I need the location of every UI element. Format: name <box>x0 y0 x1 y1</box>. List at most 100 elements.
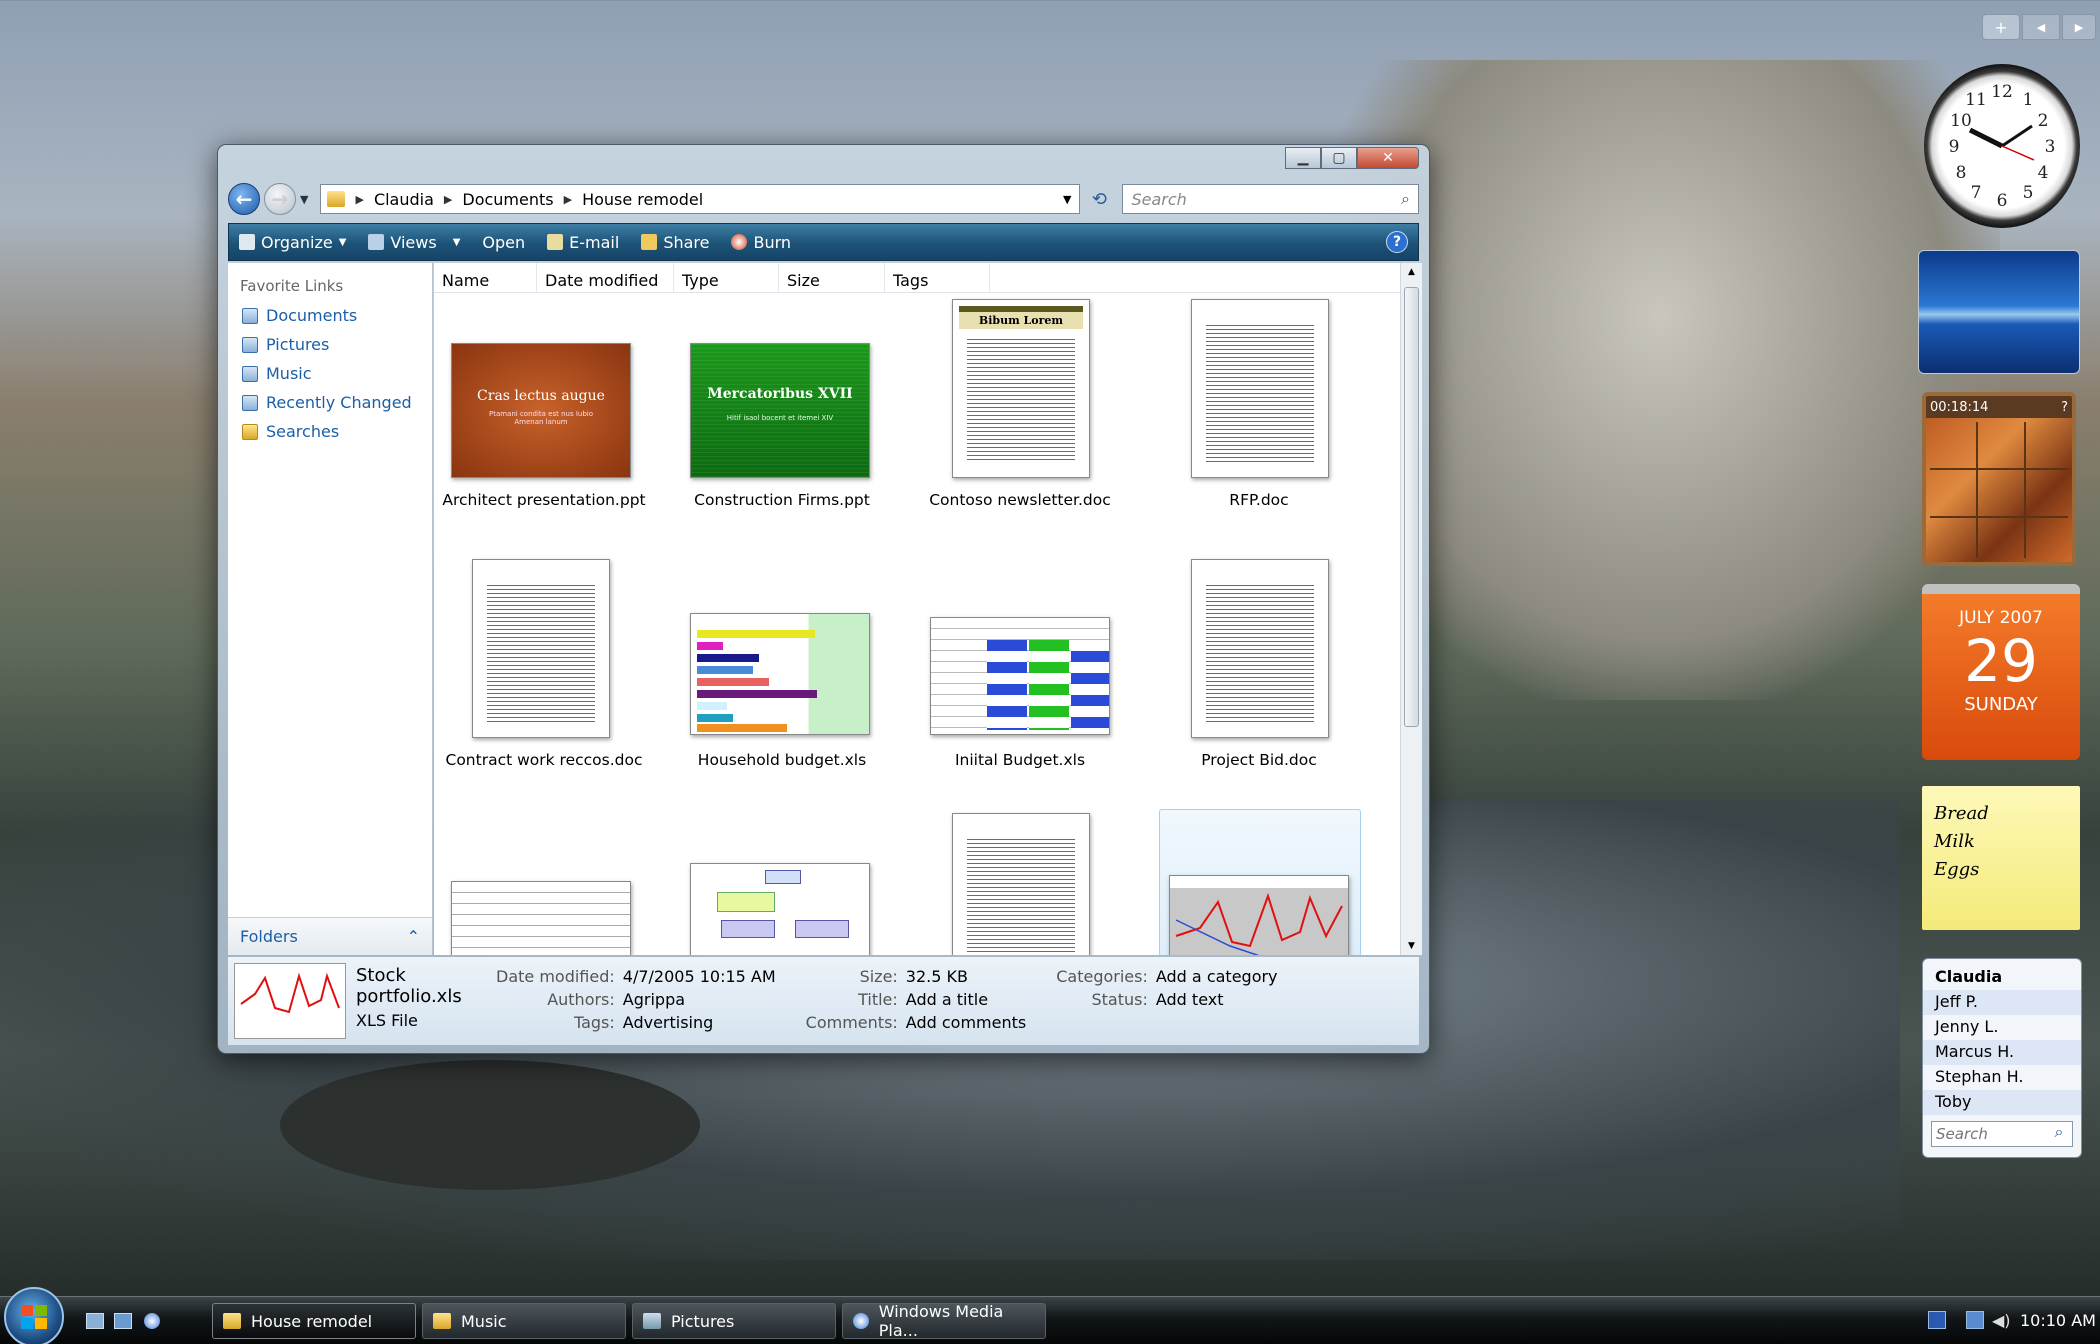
favorite-link-pictures[interactable]: Pictures <box>242 330 432 359</box>
ppt-thumbnail: Cras lectus augue Ptamani condita est nu… <box>451 343 631 478</box>
help-icon[interactable]: ? <box>2061 400 2068 415</box>
recent-pages-dropdown[interactable]: ▼ <box>300 193 308 206</box>
svg-text:10: 10 <box>1950 111 1972 131</box>
file-grid: Cras lectus augue Ptamani condita est nu… <box>434 293 1398 955</box>
title-label: Title: <box>858 990 898 1009</box>
taskbar-item-house-remodel[interactable]: House remodel <box>212 1303 416 1339</box>
file-item[interactable]: Mercatoribus XVII Hitif isaol bocent et … <box>672 293 892 533</box>
contacts-search-input[interactable] <box>1932 1122 2046 1146</box>
help-button[interactable]: ? <box>1386 231 1408 253</box>
folders-toggle[interactable]: Folders ⌃ <box>228 917 432 955</box>
comments-value[interactable]: Add comments <box>906 1013 1026 1032</box>
file-item[interactable]: Bibum Lorem Contoso newsletter.doc <box>910 293 1130 533</box>
file-item[interactable] <box>672 809 892 955</box>
favorite-link-recently-changed[interactable]: Recently Changed <box>242 388 432 417</box>
taskbar-item-music[interactable]: Music <box>422 1303 626 1339</box>
org-chart-thumbnail <box>690 863 870 955</box>
address-dropdown-icon[interactable]: ▼ <box>1063 193 1071 206</box>
status-value[interactable]: Add text <box>1156 990 1278 1009</box>
system-clock[interactable]: 10:10 AM <box>2020 1311 2096 1330</box>
contact-item[interactable]: Marcus H. <box>1923 1040 2081 1065</box>
column-header-tags[interactable]: Tags <box>885 263 990 292</box>
taskbar-item-pictures[interactable]: Pictures <box>632 1303 836 1339</box>
column-header-type[interactable]: Type <box>674 263 779 292</box>
maximize-button[interactable]: ▢ <box>1321 147 1357 169</box>
language-icon[interactable] <box>1928 1311 1946 1329</box>
back-button[interactable]: ← <box>228 183 260 215</box>
email-button[interactable]: E-mail <box>547 233 619 252</box>
file-item[interactable]: Cras lectus augue Ptamani condita est nu… <box>434 293 654 533</box>
favorite-link-documents[interactable]: Documents <box>242 301 432 330</box>
breadcrumb-item[interactable]: Claudia <box>374 190 434 209</box>
contact-item[interactable]: Toby <box>1923 1090 2081 1115</box>
authors-value[interactable]: Agrippa <box>623 990 776 1009</box>
column-header-name[interactable]: Name <box>434 263 537 292</box>
clock-gadget[interactable]: 12 3 6 9 12 45 7 8 10 11 <box>1924 64 2080 228</box>
media-player-quicklaunch-icon[interactable] <box>144 1313 160 1329</box>
address-bar[interactable]: ▶ Claudia ▶ Documents ▶ House remodel ▼ <box>320 184 1081 214</box>
notes-gadget[interactable]: Bread Milk Eggs <box>1922 786 2080 930</box>
close-button[interactable]: ✕ <box>1357 147 1419 169</box>
navigation-pane: Favorite Links Documents Pictures Music … <box>228 263 433 955</box>
categories-value[interactable]: Add a category <box>1156 967 1278 986</box>
search-box[interactable]: Search ⌕ <box>1122 184 1419 214</box>
file-item[interactable]: Household budget.xls <box>672 551 892 791</box>
title-value[interactable]: Add a title <box>906 990 1026 1009</box>
file-item[interactable]: RFP.doc <box>1149 293 1369 533</box>
favorite-link-searches[interactable]: Searches <box>242 417 432 446</box>
column-header-date[interactable]: Date modified <box>537 263 674 292</box>
open-button[interactable]: Open <box>482 233 525 252</box>
contacts-gadget[interactable]: Claudia Jeff P. Jenny L. Marcus H. Steph… <box>1922 958 2082 1158</box>
chevron-up-icon: ⌃ <box>406 927 420 946</box>
sidebar-add-gadget-button[interactable]: + <box>1982 14 2020 40</box>
scroll-up-icon[interactable]: ▲ <box>1401 263 1422 277</box>
pictures-icon <box>242 336 258 353</box>
file-item[interactable] <box>910 809 1130 955</box>
favorite-link-music[interactable]: Music <box>242 359 432 388</box>
note-line: Milk <box>1934 831 1975 852</box>
switch-windows-icon[interactable] <box>114 1313 132 1329</box>
taskbar-item-media-player[interactable]: Windows Media Pla... <box>842 1302 1046 1340</box>
vertical-scrollbar[interactable]: ▲ ▼ <box>1400 263 1422 955</box>
tags-label: Tags: <box>573 1013 615 1032</box>
burn-button[interactable]: Burn <box>731 233 791 252</box>
tags-value[interactable]: Advertising <box>623 1013 776 1032</box>
column-header-size[interactable]: Size <box>779 263 885 292</box>
command-bar: Organize ▼ Views ▼ Open E-mail Share Burn … <box>228 223 1419 261</box>
scroll-thumb[interactable] <box>1404 287 1419 727</box>
scroll-down-icon[interactable]: ▼ <box>1401 941 1422 951</box>
file-name: Construction Firms.ppt <box>694 491 870 509</box>
contact-item[interactable]: Jenny L. <box>1923 1015 2081 1040</box>
bar-chart-thumbnail <box>690 613 870 735</box>
refresh-button[interactable]: ⟲ <box>1084 184 1114 214</box>
slideshow-gadget[interactable] <box>1918 250 2080 374</box>
share-button[interactable]: Share <box>641 233 709 252</box>
search-icon[interactable]: ⌕ <box>1401 189 1410 209</box>
file-item[interactable]: Project Bid.doc <box>1149 551 1369 791</box>
sidebar-prev-button[interactable]: ◀ <box>2022 14 2060 40</box>
forward-button[interactable]: → <box>264 183 296 215</box>
views-button[interactable]: Views ▼ <box>368 233 460 252</box>
organize-button[interactable]: Organize ▼ <box>239 233 346 252</box>
volume-icon[interactable]: ◀) <box>1992 1311 2011 1330</box>
file-item[interactable] <box>434 809 654 955</box>
file-item[interactable]: Iniital Budget.xls <box>910 551 1130 791</box>
calendar-gadget[interactable]: JULY 2007 29 SUNDAY <box>1922 584 2080 760</box>
contact-item[interactable]: Stephan H. <box>1923 1065 2081 1090</box>
network-icon[interactable] <box>1966 1311 1984 1329</box>
breadcrumb-item[interactable]: Documents <box>462 190 553 209</box>
minimize-button[interactable]: ▁ <box>1285 147 1321 169</box>
doc-thumbnail <box>472 559 610 738</box>
contact-item[interactable]: Claudia <box>1923 965 2081 990</box>
start-button[interactable] <box>4 1287 64 1344</box>
contact-item[interactable]: Jeff P. <box>1923 990 2081 1015</box>
search-icon[interactable]: ⌕ <box>2046 1122 2072 1146</box>
file-item[interactable]: Contract work reccos.doc <box>434 551 654 791</box>
note-line: Eggs <box>1934 859 1980 880</box>
file-name: RFP.doc <box>1229 491 1289 509</box>
picture-puzzle-gadget[interactable]: 00:18:14 ? <box>1922 392 2076 566</box>
sidebar-next-button[interactable]: ▶ <box>2062 14 2096 40</box>
show-desktop-icon[interactable] <box>86 1313 104 1329</box>
file-item-selected[interactable] <box>1149 809 1369 955</box>
breadcrumb-item[interactable]: House remodel <box>582 190 703 209</box>
